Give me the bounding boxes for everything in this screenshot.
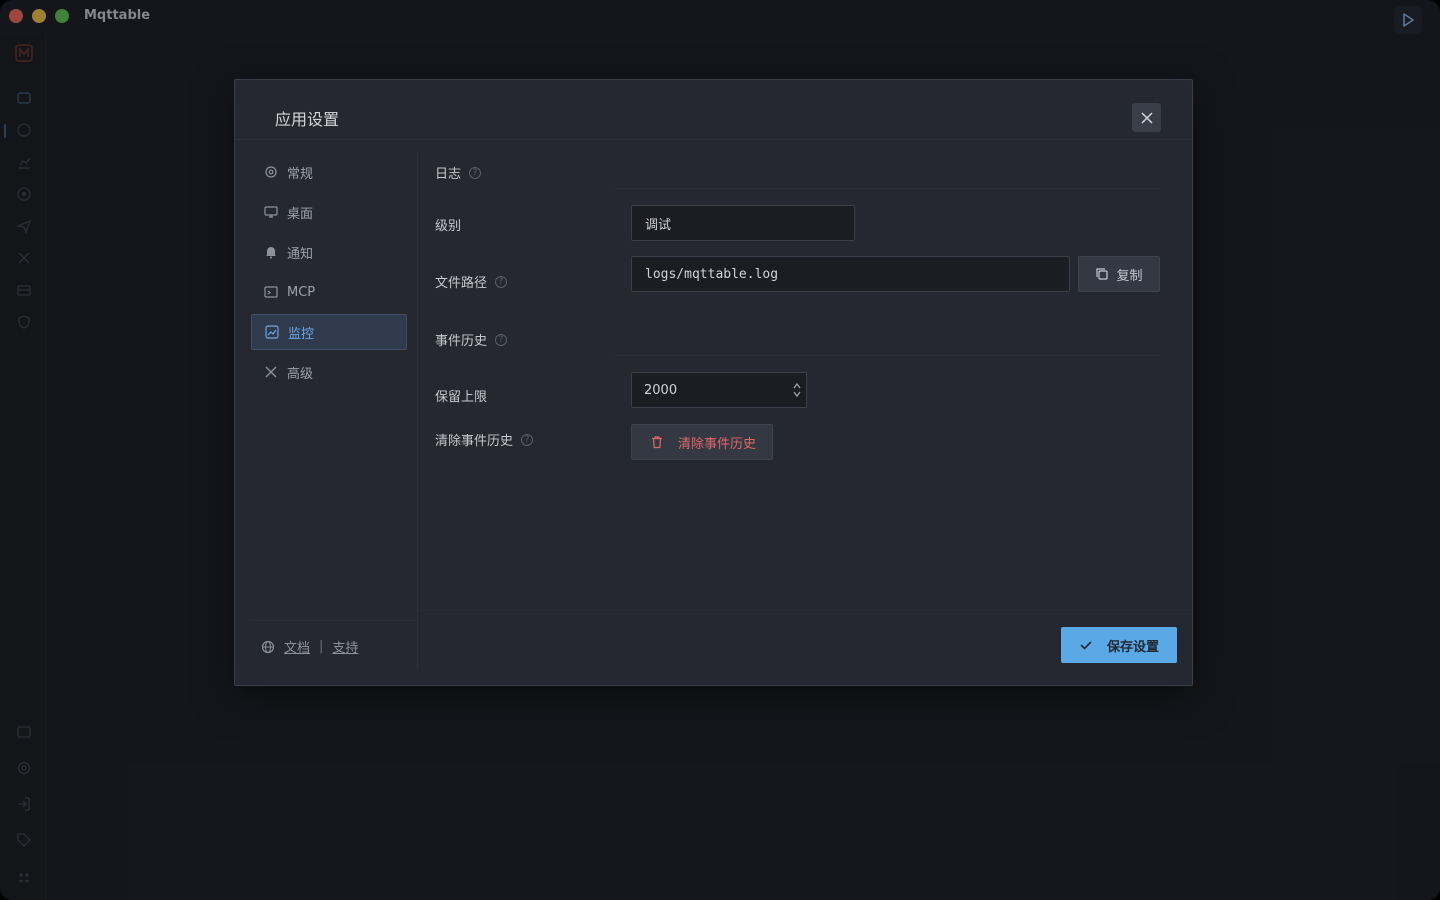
log-file-path-input[interactable]: logs/mqttable.log [631,256,1070,292]
nav-item-desktop[interactable]: 桌面 [251,194,407,230]
events-section-title: 事件历史 ? [435,330,508,349]
nav-item-general[interactable]: 常规 [251,154,407,190]
nav-item-advanced[interactable]: 高级 [251,354,407,390]
history-limit-value: 2000 [644,382,678,398]
save-settings-button[interactable]: 保存设置 [1061,627,1177,663]
nav-item-label: 监控 [288,326,315,342]
log-level-value: 调试 [645,217,672,233]
chart-icon [264,324,280,340]
trash-icon [652,436,662,449]
close-icon [1140,111,1153,124]
nav-item-notifications[interactable]: 通知 [251,234,407,270]
log-file-path-value: logs/mqttable.log [645,266,779,282]
log-section-title: 日志 ? [435,163,482,182]
gear-icon [263,164,279,180]
nav-divider [417,152,418,670]
nav-item-label: MCP [287,284,316,300]
help-icon[interactable]: ? [469,166,482,179]
check-icon [1080,641,1092,650]
nav-item-label: 高级 [287,366,314,382]
terminal-icon [263,284,279,300]
close-dialog-button[interactable] [1132,103,1161,132]
dialog-footer-divider [418,610,1192,611]
tools-icon [263,364,279,380]
limit-label: 保留上限 [435,390,488,405]
help-icon[interactable]: ? [521,433,534,446]
settings-nav: 常规 桌面 通知 MCP 监控 高级 [251,154,407,394]
nav-item-label: 桌面 [287,206,314,222]
dialog-title: 应用设置 [275,110,340,129]
events-section-label: 事件历史 [435,334,488,349]
file-path-label: 文件路径 [435,276,488,291]
support-link[interactable]: 支持 [332,637,358,656]
nav-item-label: 常规 [287,166,314,182]
footer-separator: | [319,639,324,654]
clear-history-button[interactable]: 清除事件历史 [631,424,773,460]
nav-item-monitoring[interactable]: 监控 [251,314,407,350]
save-settings-label: 保存设置 [1106,639,1159,655]
nav-footer: 文档 | 支持 [261,637,358,656]
app-window: Mqttable 应用设置 常规 桌面 通知 MCP 监控 高级 文档 | 支持… [0,0,1440,900]
copy-icon [1096,268,1109,280]
file-path-label-row: 文件路径 ? [435,272,508,291]
bell-icon [263,244,279,260]
clear-history-label: 清除事件历史 [435,434,514,449]
log-section-label: 日志 [435,167,462,182]
nav-footer-divider [249,620,417,621]
section-divider [615,355,1160,356]
section-divider [615,188,1160,189]
clear-label-row: 清除事件历史 ? [435,430,534,449]
globe-icon [261,640,275,653]
copy-path-button[interactable]: 复制 [1078,256,1160,292]
level-label: 级别 [435,219,462,234]
monitor-icon [263,204,279,220]
docs-link[interactable]: 文档 [284,637,310,656]
copy-label: 复制 [1116,268,1143,284]
nav-item-mcp[interactable]: MCP [251,274,407,310]
clear-history-button-label: 清除事件历史 [678,436,757,452]
help-icon[interactable]: ? [495,275,508,288]
stepper-icon[interactable] [792,381,802,399]
history-limit-input[interactable]: 2000 [631,372,807,408]
dialog-header: 应用设置 [235,80,1192,140]
nav-item-label: 通知 [287,246,314,262]
settings-dialog: 应用设置 常规 桌面 通知 MCP 监控 高级 文档 | 支持 日志 ? 级别 … [234,79,1193,686]
log-level-select[interactable]: 调试 [631,205,855,241]
help-icon[interactable]: ? [495,333,508,346]
